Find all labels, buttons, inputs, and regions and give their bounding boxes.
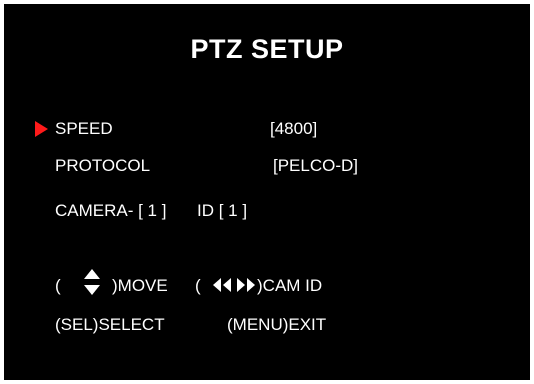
menu-title: PTZ SETUP: [190, 34, 344, 64]
menu-item-camera-id[interactable]: ID [ 1 ]: [197, 201, 247, 221]
menu-item-speed-label[interactable]: SPEED: [55, 119, 113, 139]
up-down-arrows-icon: [84, 269, 100, 295]
selection-arrow-icon: [35, 121, 48, 137]
help-camid-label: )CAM ID: [257, 276, 323, 295]
ptz-setup-screen: PTZ SETUP SPEED [4800] PROTOCOL [PELCO-D…: [4, 4, 530, 380]
menu-item-camera-label[interactable]: CAMERA- [ 1 ]: [55, 201, 166, 221]
help-move-open-paren: (: [55, 276, 61, 295]
menu-item-speed-value[interactable]: [4800]: [270, 119, 317, 139]
help-move-label: )MOVE: [112, 276, 168, 295]
help-camid-open-paren: (: [195, 276, 201, 295]
menu-item-protocol-label[interactable]: PROTOCOL: [55, 156, 150, 176]
help-exit-label: (MENU)EXIT: [227, 315, 327, 334]
menu-item-protocol-value[interactable]: [PELCO-D]: [273, 156, 358, 176]
help-select-label: (SEL)SELECT: [55, 315, 165, 334]
